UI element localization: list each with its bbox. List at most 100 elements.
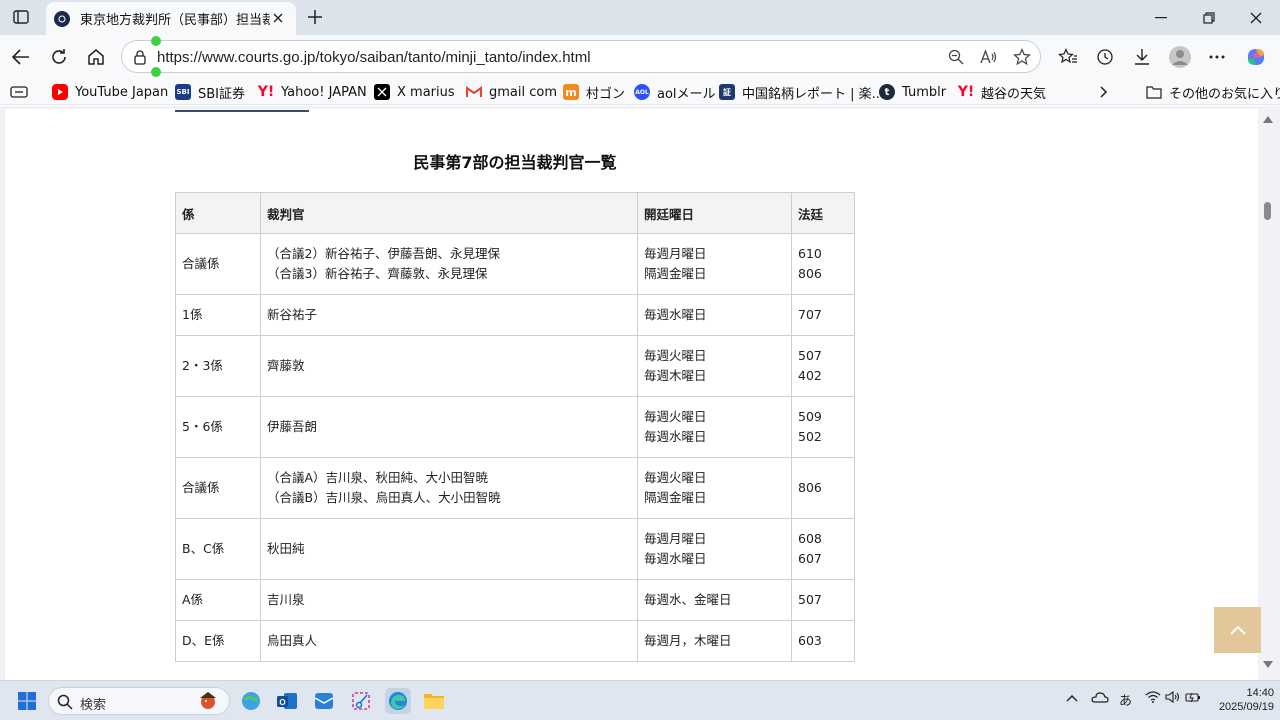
- widgets-icon[interactable]: [238, 688, 264, 714]
- courtroom-line: 507: [798, 592, 822, 607]
- close-tab-icon[interactable]: [270, 10, 286, 26]
- day-line: 毎週月曜日: [644, 246, 707, 261]
- restore-icon[interactable]: [1186, 0, 1232, 35]
- courtroom-line: 507: [798, 348, 822, 363]
- url-text[interactable]: https://www.courts.go.jp/tokyo/saiban/ta…: [157, 49, 591, 66]
- bookmark-rakuten-report[interactable]: 証 中国銘柄レポート | 楽...: [719, 82, 884, 102]
- day-line: 毎週木曜日: [644, 368, 707, 383]
- minimize-icon[interactable]: [1138, 0, 1184, 35]
- cell-days: 毎週水、金曜日: [637, 579, 792, 621]
- profile-avatar-icon[interactable]: [1167, 44, 1193, 70]
- zoom-icon[interactable]: [946, 47, 966, 67]
- new-tab-icon[interactable]: [304, 6, 326, 28]
- rakuten-report-icon: 証: [719, 84, 735, 100]
- cell-days: 毎週火曜日 隔週金曜日: [637, 457, 792, 519]
- bookmark-label: 村ゴン: [586, 86, 626, 102]
- bookmark-x[interactable]: X marius: [374, 82, 455, 102]
- cell-days: 毎週火曜日 毎週水曜日: [637, 396, 792, 458]
- other-favorites[interactable]: その他のお気に入り: [1146, 82, 1280, 102]
- scroll-up-arrow-icon[interactable]: [1263, 116, 1273, 123]
- ime-indicator[interactable]: あ: [1119, 690, 1132, 709]
- volume-icon[interactable]: [1165, 690, 1181, 707]
- taskbar-search[interactable]: 検索: [48, 687, 230, 715]
- cell-judges: （合議A）吉川泉、秋田純、大小田智暁 （合議B）吉川泉、烏田真人、大小田智暁: [260, 457, 638, 519]
- active-tab[interactable]: 東京地方裁判所（民事部）担当裁: [46, 2, 296, 35]
- edge-taskbar-icon[interactable]: [385, 688, 411, 714]
- chevron-up-icon: [1229, 625, 1246, 635]
- day-line: 隔週金曜日: [644, 266, 707, 281]
- vertical-scrollbar[interactable]: [1261, 106, 1275, 680]
- murakon-icon: m: [563, 84, 579, 100]
- navigation-bar: https://www.courts.go.jp/tokyo/saiban/ta…: [0, 35, 1280, 79]
- bookmark-weather[interactable]: Y! 越谷の天気: [958, 82, 1046, 102]
- yahoo-icon: Y!: [257, 84, 275, 100]
- day-line: 毎週水曜日: [644, 307, 707, 322]
- cell-judges: 烏田真人: [260, 620, 638, 662]
- back-to-top-button[interactable]: [1214, 607, 1261, 653]
- wifi-icon[interactable]: [1145, 691, 1161, 707]
- bookmark-aol[interactable]: AOL aolメール: [634, 82, 716, 102]
- cell-kakari: D、E係: [175, 620, 261, 662]
- tab-actions-icon[interactable]: [8, 6, 34, 28]
- judge-line: 秋田純: [267, 541, 305, 556]
- column-header-days: 開廷曜日: [637, 192, 792, 234]
- refresh-icon[interactable]: [46, 44, 72, 70]
- cell-courtroom: 603: [791, 620, 855, 662]
- bookmarks-menu-icon[interactable]: [10, 82, 28, 102]
- system-clock[interactable]: 14:40 2025/09/19: [1206, 686, 1274, 714]
- bookmark-sbi[interactable]: SBI SBI証券: [175, 82, 245, 102]
- show-hidden-icons-icon[interactable]: [1066, 691, 1078, 706]
- snipping-tool-icon[interactable]: [348, 688, 374, 714]
- day-line: 毎週水、金曜日: [644, 592, 732, 607]
- table-row: 2・3係 齊藤敦 毎週火曜日 毎週木曜日 507 402: [175, 335, 855, 397]
- scroll-down-arrow-icon[interactable]: [1263, 661, 1273, 668]
- site-info-icon[interactable]: [132, 49, 148, 65]
- bookmark-murakon[interactable]: m 村ゴン: [563, 82, 625, 102]
- page-content: 民事第7部の担当裁判官一覧 係 裁判官 開廷曜日 法廷 合議係 （合議2）新谷祐…: [5, 109, 1258, 680]
- table-row: 1係 新谷祐子 毎週水曜日 707: [175, 294, 855, 336]
- file-explorer-icon[interactable]: [421, 688, 447, 714]
- courtroom-line: 509: [798, 409, 822, 424]
- bookmark-yahoo[interactable]: Y! Yahoo! JAPAN: [258, 82, 367, 102]
- battery-icon[interactable]: [1185, 691, 1201, 707]
- other-favorites-label: その他のお気に入り: [1169, 86, 1280, 102]
- table-row: 合議係 （合議A）吉川泉、秋田純、大小田智暁 （合議B）吉川泉、烏田真人、大小田智…: [175, 457, 855, 519]
- more-menu-icon[interactable]: [1204, 44, 1230, 70]
- page-title: 民事第7部の担当裁判官一覧: [413, 153, 617, 172]
- cell-courtroom: 707: [791, 294, 855, 336]
- cell-kakari: 2・3係: [175, 335, 261, 397]
- judge-line: （合議2）新谷祐子、伊藤吾朗、永見理保: [267, 246, 500, 261]
- cell-kakari: B、C係: [175, 518, 261, 580]
- home-icon[interactable]: [83, 44, 109, 70]
- bookmarks-overflow-icon[interactable]: [1100, 82, 1108, 102]
- downloads-icon[interactable]: [1129, 44, 1155, 70]
- clock-time: 14:40: [1246, 687, 1274, 699]
- bookmark-youtube[interactable]: YouTube Japan: [52, 82, 168, 102]
- cell-days: 毎週水曜日: [637, 294, 792, 336]
- history-icon[interactable]: [1092, 44, 1118, 70]
- onedrive-icon[interactable]: [1091, 691, 1109, 707]
- bookmark-gmail[interactable]: gmail com: [466, 82, 557, 102]
- day-line: 毎週月，木曜日: [644, 633, 732, 648]
- outlook-new-icon[interactable]: [311, 688, 337, 714]
- cell-courtroom: 608 607: [791, 518, 855, 580]
- outlook-icon[interactable]: O: [274, 688, 300, 714]
- windows-start-icon[interactable]: [14, 688, 40, 714]
- courtroom-line: 608: [798, 531, 822, 546]
- back-icon[interactable]: [8, 44, 34, 70]
- read-aloud-icon[interactable]: [979, 47, 999, 67]
- day-line: 毎週火曜日: [644, 409, 707, 424]
- address-bar[interactable]: https://www.courts.go.jp/tokyo/saiban/ta…: [121, 40, 1041, 73]
- scrollbar-thumb[interactable]: [1264, 202, 1271, 220]
- bookmarks-bar: YouTube Japan SBI SBI証券 Y! Yahoo! JAPAN …: [0, 79, 1280, 105]
- close-window-icon[interactable]: [1233, 0, 1279, 35]
- cell-judges: 新谷祐子: [260, 294, 638, 336]
- favorites-icon[interactable]: [1055, 44, 1081, 70]
- favorite-star-icon[interactable]: [1012, 47, 1032, 67]
- bookmark-tumblr[interactable]: t Tumblr: [879, 82, 946, 102]
- yahoo-weather-icon: Y!: [957, 84, 975, 100]
- copilot-icon[interactable]: [1243, 44, 1269, 70]
- judge-line: 齊藤敦: [267, 358, 305, 373]
- search-icon: [57, 694, 73, 710]
- courtroom-line: 502: [798, 429, 822, 444]
